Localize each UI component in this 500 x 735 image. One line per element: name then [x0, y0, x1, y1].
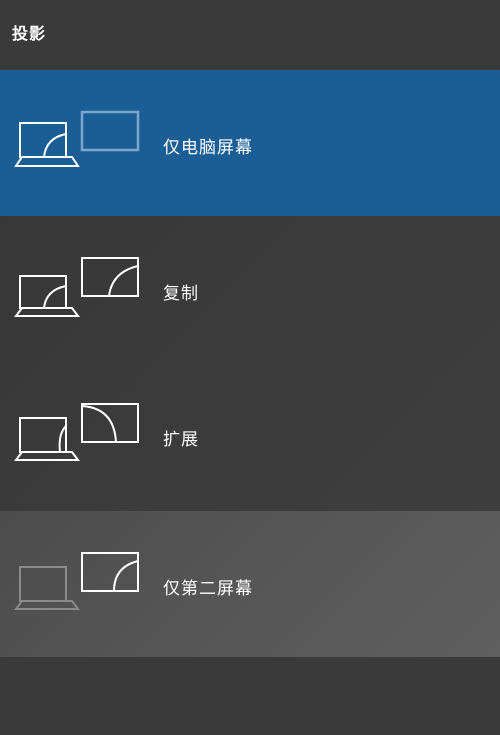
panel-title: 投影: [12, 24, 47, 43]
option-second-screen-only[interactable]: 仅第二屏幕: [0, 511, 500, 657]
option-label: 仅第二屏幕: [163, 579, 253, 599]
extend-icon: [14, 403, 139, 461]
pc-screen-only-icon: [14, 110, 140, 167]
project-panel: 投影 仅电脑屏幕 复制 扩展 仅第二屏幕: [0, 0, 500, 735]
option-extend[interactable]: 扩展: [0, 362, 500, 508]
second-screen-only-icon: [14, 552, 139, 610]
option-label: 扩展: [163, 430, 199, 450]
panel-header: 投影: [0, 0, 500, 70]
option-label: 复制: [163, 284, 199, 304]
option-label: 仅电脑屏幕: [163, 138, 253, 158]
option-pc-screen-only[interactable]: 仅电脑屏幕: [0, 70, 500, 216]
panel-footer: [0, 657, 500, 735]
option-duplicate[interactable]: 复制: [0, 216, 500, 362]
duplicate-icon: [14, 257, 139, 317]
